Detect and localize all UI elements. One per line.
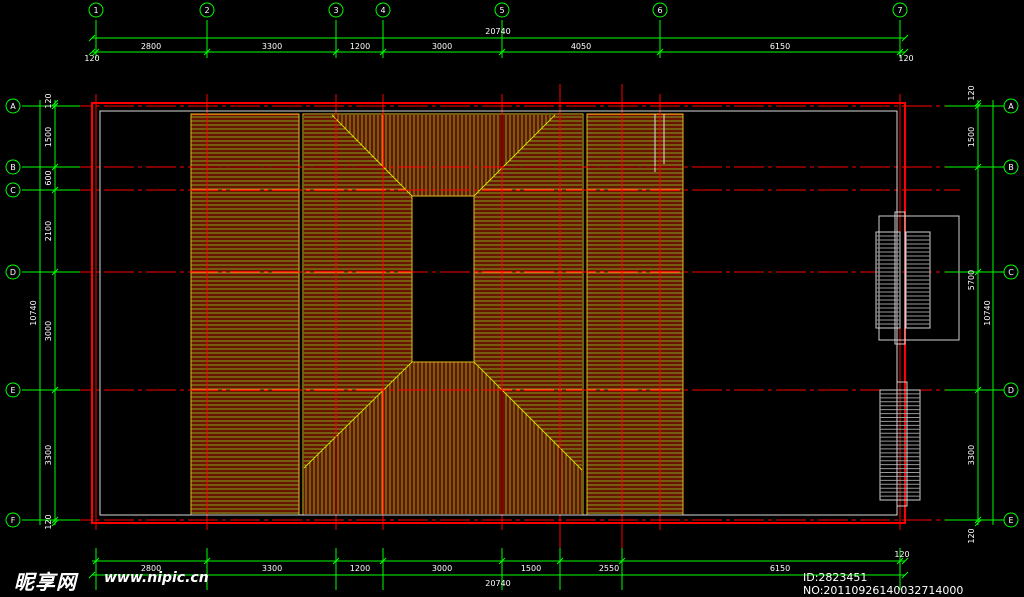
dim-text-right-span: 3300: [967, 445, 976, 465]
dim-text-bottom-edge: 120: [894, 550, 909, 559]
axis-bubble-label: A: [10, 102, 16, 111]
dim-text-right-edge: 120: [967, 528, 976, 543]
roof-plan-drawing: 1 2 3 4 5 6 7 A B C D E F A B C D E 20740 120 120 2800 3300 12…: [0, 0, 1024, 597]
dim-text-right-span: 5700: [967, 270, 976, 290]
axis-bubble: 2: [199, 2, 215, 18]
axis-bubble: B: [1003, 159, 1019, 175]
axis-bubble-label: 5: [499, 6, 504, 15]
axis-bubble: E: [1003, 512, 1019, 528]
dim-text-bottom-span: 1500: [521, 564, 541, 573]
dim-text-right-overall: 10740: [983, 300, 992, 325]
axis-bubble-label: 7: [897, 6, 902, 15]
axis-bubble: E: [5, 382, 21, 398]
axis-bubble-label: D: [10, 268, 16, 277]
dim-text-bottom-span: 3000: [432, 564, 452, 573]
axis-bubble-label: 2: [204, 6, 209, 15]
dim-text-top-span: 1200: [350, 42, 370, 51]
dim-text-left-edge: 120: [44, 93, 53, 108]
axis-bubble-label: 4: [380, 6, 385, 15]
dim-text-bottom-overall: 20740: [485, 579, 510, 588]
axis-bubble: F: [5, 512, 21, 528]
axis-bubble: 4: [375, 2, 391, 18]
dim-text-left-edge: 120: [44, 514, 53, 529]
axis-bubble-label: 1: [93, 6, 98, 15]
axis-bubble-label: E: [10, 386, 15, 395]
axis-bubble-label: C: [10, 186, 16, 195]
dim-text-top-edge: 120: [898, 54, 913, 63]
dim-text-bottom-span: 6150: [770, 564, 790, 573]
axis-bubble: A: [1003, 98, 1019, 114]
dim-text-bottom-span: 2550: [599, 564, 619, 573]
axis-bubble-label: E: [1008, 516, 1013, 525]
axis-bubble: 6: [652, 2, 668, 18]
axis-bubble: 7: [892, 2, 908, 18]
axis-bubble: D: [5, 264, 21, 280]
dim-text-top-overall: 20740: [485, 27, 510, 36]
dim-text-top-span: 3300: [262, 42, 282, 51]
roof-opening: [411, 195, 475, 363]
dim-text-bottom-span: 3300: [262, 564, 282, 573]
watermark-brand: 昵享网: [14, 570, 77, 594]
axis-bubble: C: [5, 182, 21, 198]
watermark-site: www.nipic.cn: [104, 570, 209, 586]
axis-bubble-label: C: [1008, 268, 1014, 277]
axis-bubble-label: D: [1008, 386, 1014, 395]
dim-text-right-span: 1500: [967, 127, 976, 147]
axis-bubble: 1: [88, 2, 104, 18]
dim-text-top-span: 2800: [141, 42, 161, 51]
axis-bubble: 5: [494, 2, 510, 18]
dim-text-top-edge: 120: [84, 54, 99, 63]
axis-bubble-label: F: [11, 516, 16, 525]
dim-text-left-span: 3300: [44, 445, 53, 465]
axis-bubble-label: A: [1008, 102, 1014, 111]
dim-text-top-span: 4050: [571, 42, 591, 51]
dim-text-left-span: 3000: [44, 321, 53, 341]
axis-bubble: D: [1003, 382, 1019, 398]
dim-text-left-span: 600: [44, 170, 53, 185]
axis-bubble: 3: [328, 2, 344, 18]
dim-text-bottom-span: 1200: [350, 564, 370, 573]
dim-text-left-span: 1500: [44, 127, 53, 147]
dim-text-right-edge: 120: [967, 85, 976, 100]
axis-bubble-label: B: [1008, 163, 1014, 172]
axis-bubble: B: [5, 159, 21, 175]
axis-bubble-label: 3: [333, 6, 338, 15]
axis-bubble: A: [5, 98, 21, 114]
dim-text-left-overall: 10740: [29, 300, 38, 325]
axis-bubble: C: [1003, 264, 1019, 280]
dim-text-left-span: 2100: [44, 221, 53, 241]
watermark-id: ID:2823451 NO:20110926140032714000: [803, 571, 964, 597]
axis-bubble-label: B: [10, 163, 16, 172]
axis-bubble-label: 6: [657, 6, 662, 15]
dim-text-top-span: 6150: [770, 42, 790, 51]
dim-text-top-span: 3000: [432, 42, 452, 51]
